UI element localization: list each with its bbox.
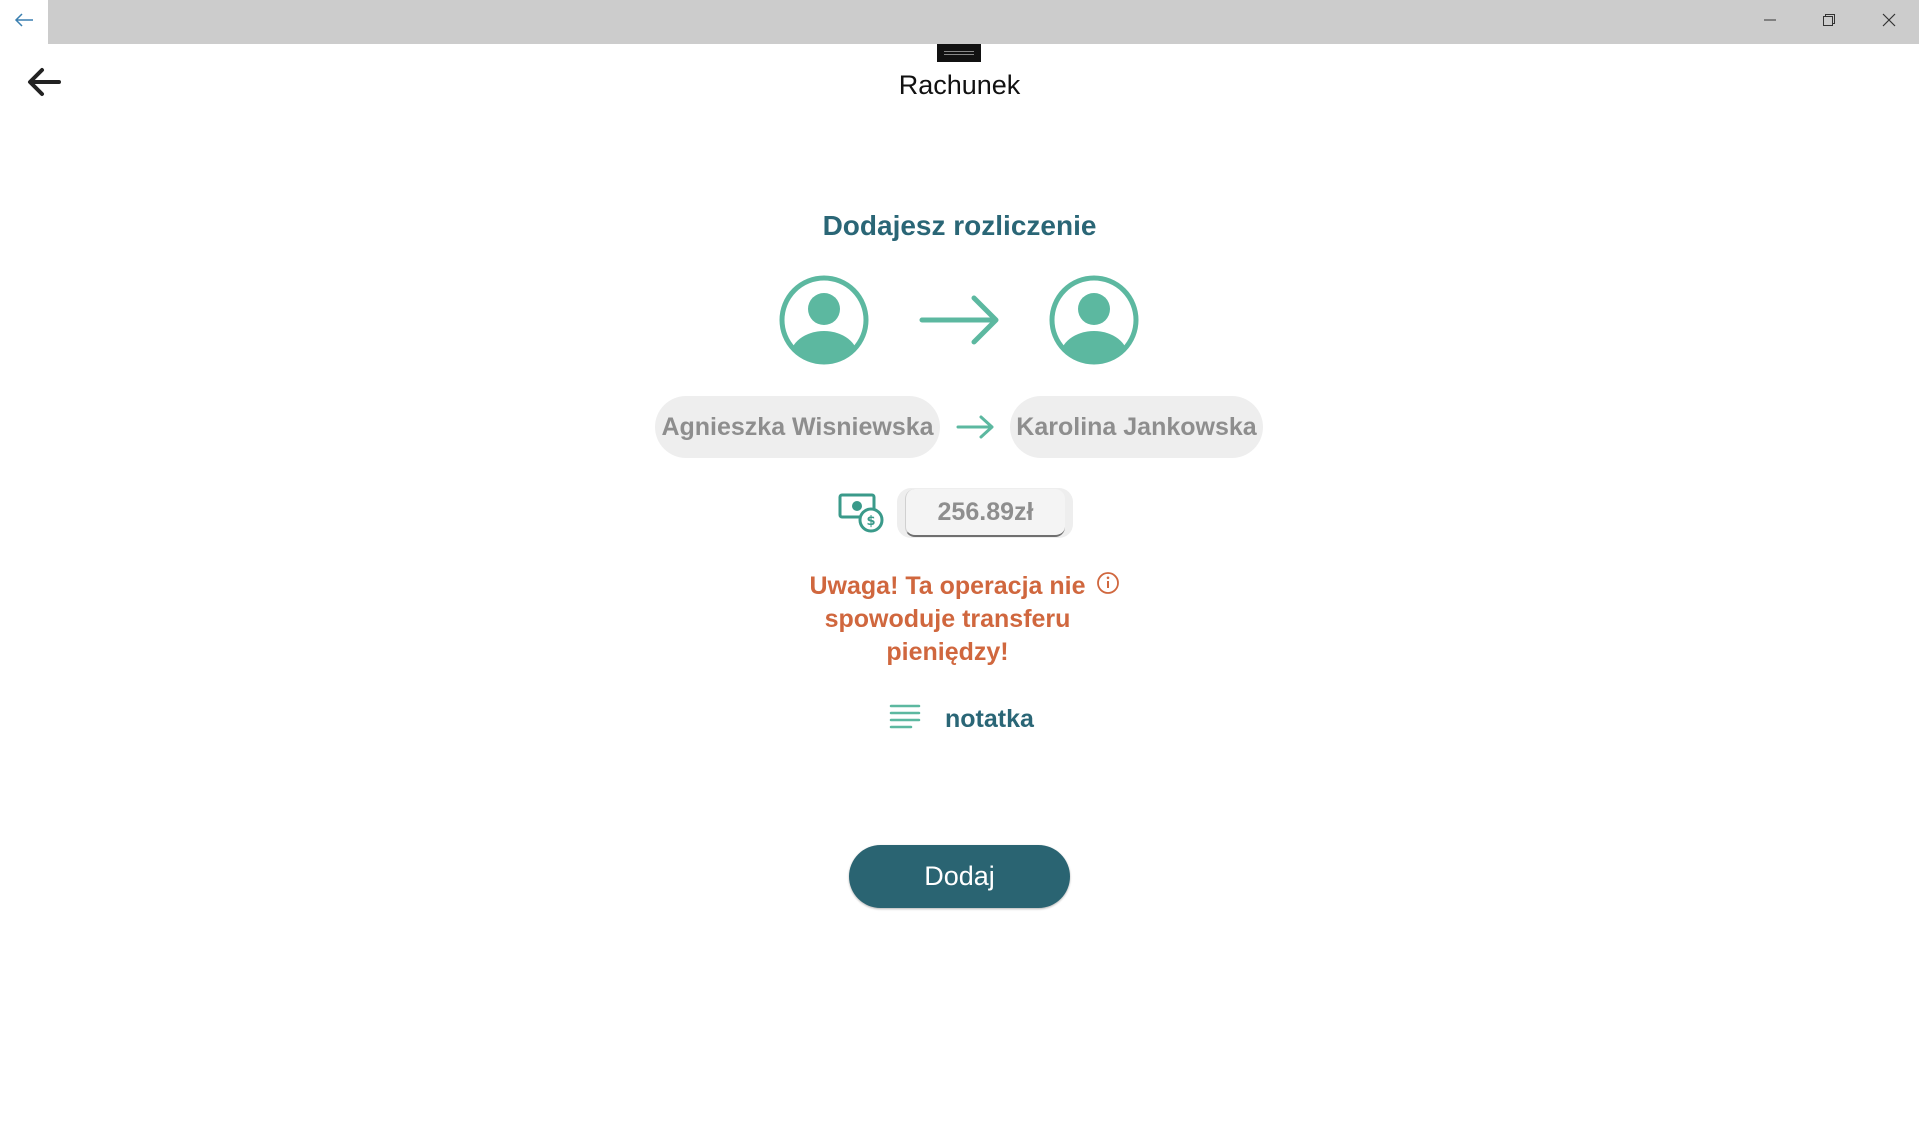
user-icon <box>1049 275 1139 365</box>
window-titlebar <box>0 0 1919 44</box>
minimize-button[interactable] <box>1740 0 1800 44</box>
close-button[interactable] <box>1859 0 1919 44</box>
add-button[interactable]: Dodaj <box>849 845 1070 908</box>
window-back-button[interactable] <box>0 0 48 44</box>
drag-handle[interactable] <box>937 44 981 62</box>
user-icon <box>779 275 869 365</box>
note-label: notatka <box>945 704 1034 733</box>
payee-selector[interactable]: Karolina Jankowska <box>1010 396 1263 458</box>
info-icon[interactable] <box>1096 571 1120 595</box>
payee-avatar <box>1049 275 1139 365</box>
close-icon <box>1882 13 1896 32</box>
payer-avatar <box>779 275 869 365</box>
note-button[interactable]: notatka <box>889 702 1034 736</box>
restore-icon <box>1822 13 1836 32</box>
amount-value: 256.89zł <box>905 489 1065 537</box>
svg-text:$: $ <box>866 514 875 529</box>
arrow-left-icon <box>14 12 34 33</box>
arrow-right-icon <box>918 293 1002 347</box>
restore-button[interactable] <box>1799 0 1859 44</box>
amount-input[interactable]: 256.89zł <box>897 488 1073 538</box>
warning-text: Uwaga! Ta operacja nie spowoduje transfe… <box>809 572 1086 666</box>
note-lines-icon <box>889 703 921 736</box>
money-icon: $ <box>838 492 884 534</box>
settlement-heading: Dodajesz rozliczenie <box>822 210 1097 241</box>
payer-selector[interactable]: Agnieszka Wisniewska <box>655 396 940 458</box>
page-title: Rachunek <box>898 70 1021 100</box>
minimize-icon <box>1763 13 1777 32</box>
arrow-right-icon <box>956 414 996 440</box>
